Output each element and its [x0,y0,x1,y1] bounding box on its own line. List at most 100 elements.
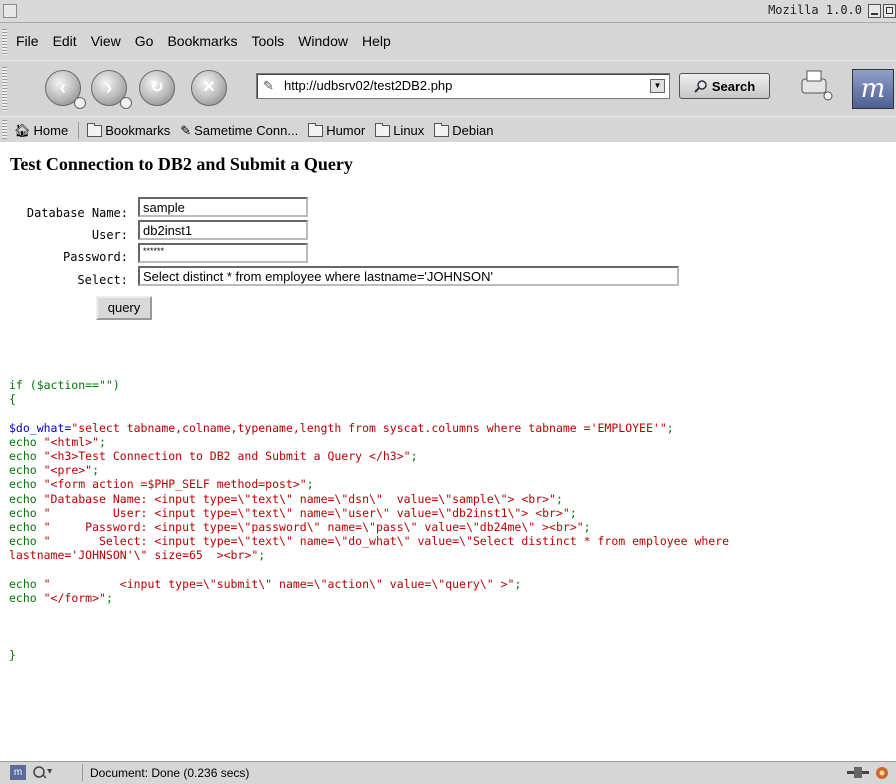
php-source-code: if ($action=="") { $do_what="select tabn… [9,378,729,662]
menu-view[interactable]: View [91,33,121,49]
code-line: if ($action=="") [9,378,120,392]
code-semicolon: ; [514,576,522,591]
back-icon[interactable]: ‹ [45,70,86,109]
home-button[interactable]: 🏠︎ Home [14,123,68,139]
page-heading: Test Connection to DB2 and Submit a Quer… [10,154,353,174]
bookmark-label: Linux [393,123,425,138]
page-icon: ✎ [263,78,274,93]
code-string: "<form action =$PHP_SELF method=post>" [43,477,307,492]
code-keyword: echo [9,434,44,449]
url-bar[interactable]: ✎ http://udbsrv02/test2DB2.php ▼ [256,73,670,99]
code-semicolon: ; [105,591,113,606]
search-label: Search [711,78,756,94]
bookmark-humor[interactable]: Humor [308,122,366,138]
stop-icon[interactable]: ✕ [191,70,227,106]
bookmark-debian[interactable]: Debian [434,122,494,138]
folder-icon [87,122,103,137]
minimize-icon[interactable] [868,4,881,18]
code-string: " User: <input type=\"text\" name=\"user… [43,505,570,520]
bookmark-label: Bookmarks [105,123,171,138]
menu-edit[interactable]: Edit [53,33,77,49]
maximize-icon[interactable] [883,4,896,18]
code-semicolon: ; [306,477,314,492]
forward-icon[interactable]: › [91,70,132,109]
menu-go[interactable]: Go [135,33,154,49]
code-semicolon: ; [583,520,591,535]
code-keyword: echo [9,505,44,520]
menu-window[interactable]: Window [298,33,348,49]
code-string: "<pre>" [43,463,93,478]
divider [82,764,83,781]
bookmark-label: Humor [326,123,366,138]
mozilla-status-icon[interactable]: m [10,765,26,780]
code-semicolon: ; [92,463,100,478]
code-string: " Select: <input type=\"text\" name=\"do… [43,534,730,549]
home-label: Home [33,123,69,138]
code-keyword: echo [9,534,44,549]
code-line: } [9,647,16,662]
menu-help[interactable]: Help [362,33,391,49]
navigation-toolbar: ‹ › ↻ ✕ ✎ http://udbsrv02/test2DB2.php ▼… [0,60,896,116]
folder-icon [308,122,324,137]
divider [78,122,80,139]
code-keyword: echo [9,576,44,591]
code-semicolon: ; [99,434,106,449]
code-semicolon: ; [410,449,418,464]
bookmark-linux[interactable]: Linux [375,122,425,138]
window-menu-icon[interactable] [3,4,17,18]
password-label: Password: [62,250,128,264]
code-string: "<h3>Test Connection to DB2 and Submit a… [43,449,411,464]
code-line: { [9,392,16,407]
user-field[interactable]: db2inst1 [138,220,308,240]
database-name-label: Database Name: [26,206,128,220]
code-semicolon: ; [569,505,577,520]
link-icon: ✎ [180,122,192,138]
code-string: " <input type=\"submit\" name=\"action\"… [43,576,515,591]
code-keyword: echo [9,591,44,606]
code-semicolon: ; [666,420,674,435]
code-keyword: echo [9,463,44,478]
bookmark-label: Debian [452,123,494,138]
select-query-field[interactable]: Select distinct * from employee where la… [138,266,679,286]
reload-icon[interactable]: ↻ [139,70,175,106]
code-string: lastname='JOHNSON'\" size=65 ><br>" [9,548,259,563]
password-field[interactable]: ****** [138,243,308,263]
window-title: Mozilla 1.0.0 [768,3,862,17]
menu-bar: File Edit View Go Bookmarks Tools Window… [0,23,896,60]
search-icon [694,80,707,93]
code-string: "select tabname,colname,typename,length … [71,420,667,435]
menu-bookmarks[interactable]: Bookmarks [167,33,237,49]
code-variable: $do_what= [9,420,72,435]
folder-icon [375,122,391,137]
chevron-down-icon[interactable]: ▼ [650,79,665,93]
search-button[interactable]: Search [679,73,770,99]
status-bar: m Document: Done (0.236 secs) [0,761,896,784]
print-icon[interactable] [798,69,834,101]
query-button[interactable]: query [96,296,152,320]
online-icon[interactable] [32,765,52,780]
bookmark-bookmarks[interactable]: Bookmarks [87,122,171,138]
status-text: Document: Done (0.236 secs) [90,766,250,780]
select-label: Select: [77,273,128,287]
database-name-field[interactable]: sample [138,197,308,217]
security-icon[interactable] [874,765,890,780]
code-string: "<html>" [43,434,100,449]
window-title-bar: Mozilla 1.0.0 [0,0,896,23]
connection-icon[interactable] [846,765,870,780]
mozilla-logo[interactable]: m [852,69,894,109]
code-keyword: echo [9,520,44,535]
personal-toolbar: 🏠︎ Home Bookmarks ✎ Sametime Conn... Hum… [0,116,896,143]
toolbar-grip[interactable] [2,29,7,55]
toolbar-grip[interactable] [2,67,7,111]
toolbar-grip[interactable] [2,120,7,139]
bookmark-sametime[interactable]: ✎ Sametime Conn... [180,123,298,139]
code-semicolon: ; [258,548,266,563]
code-keyword: echo [9,491,44,506]
code-string: " Password: <input type=\"password\" nam… [43,520,584,535]
code-string: "Database Name: <input type=\"text\" nam… [43,491,556,506]
menu-file[interactable]: File [16,33,39,49]
code-semicolon: ; [555,491,563,506]
url-text[interactable]: http://udbsrv02/test2DB2.php [284,78,452,93]
page-content: Test Connection to DB2 and Submit a Quer… [0,142,896,761]
menu-tools[interactable]: Tools [252,33,285,49]
